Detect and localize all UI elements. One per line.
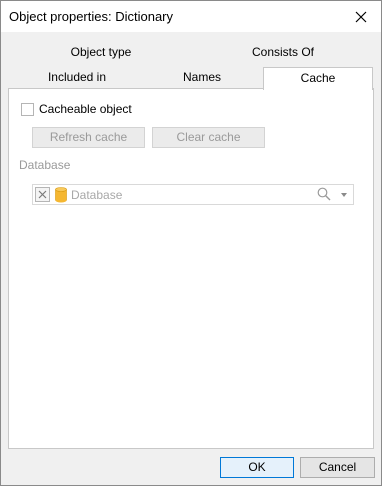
tab-object-type[interactable]: Object type xyxy=(41,45,161,59)
clear-x-icon xyxy=(38,190,47,199)
database-section-label: Database xyxy=(19,158,71,172)
tab-names[interactable]: Names xyxy=(142,67,262,89)
tab-consists-of[interactable]: Consists Of xyxy=(223,45,343,59)
cacheable-checkbox[interactable] xyxy=(21,103,34,116)
cancel-button[interactable]: Cancel xyxy=(300,457,375,478)
dialog-title: Object properties: Dictionary xyxy=(9,9,174,24)
search-icon[interactable] xyxy=(317,187,331,201)
tab-label: Names xyxy=(182,70,221,84)
tab-label: Included in xyxy=(47,70,107,84)
clear-button[interactable] xyxy=(35,187,50,202)
refresh-cache-button[interactable]: Refresh cache xyxy=(32,127,145,148)
tab-included-in[interactable]: Included in xyxy=(17,67,137,89)
tab-label: Consists Of xyxy=(251,45,314,59)
ok-button[interactable]: OK xyxy=(220,457,294,478)
tab-cache[interactable]: Cache xyxy=(263,67,373,90)
close-button[interactable] xyxy=(341,1,381,32)
close-icon xyxy=(355,11,367,22)
chevron-down-icon[interactable] xyxy=(341,193,347,197)
cacheable-label: Cacheable object xyxy=(39,102,132,116)
dialog-window: Object properties: Dictionary Object typ… xyxy=(0,0,382,486)
database-icon xyxy=(55,187,67,203)
tab-label: Object type xyxy=(70,45,132,59)
database-combo[interactable]: Database xyxy=(32,184,354,205)
cache-tab-panel: Cacheable object Refresh cache Clear cac… xyxy=(8,88,374,449)
tab-label: Cache xyxy=(300,71,336,85)
title-bar: Object properties: Dictionary xyxy=(1,1,381,32)
database-placeholder: Database xyxy=(71,188,123,202)
clear-cache-button[interactable]: Clear cache xyxy=(152,127,265,148)
